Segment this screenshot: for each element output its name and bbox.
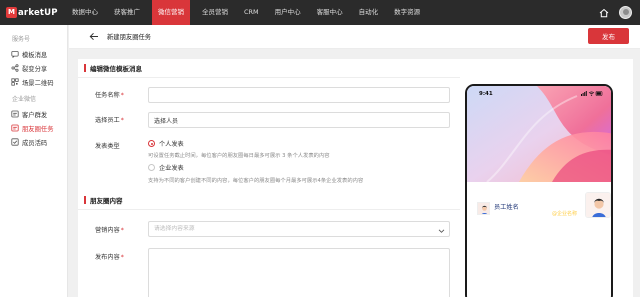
publish-button[interactable]: 发布 bbox=[588, 28, 629, 44]
nav-item-all-staff-marketing[interactable]: 全员营销 bbox=[198, 0, 232, 25]
divider bbox=[78, 209, 460, 210]
radio-enterprise[interactable]: 企业发表 bbox=[148, 163, 184, 172]
signal-wifi-battery-icon bbox=[581, 91, 603, 96]
status-icons bbox=[581, 91, 603, 96]
required-mark: * bbox=[120, 227, 124, 234]
marketing-content-label: 营销内容* bbox=[95, 225, 124, 234]
sidebar-item-scene-qrcode[interactable]: 场景二维码 bbox=[0, 75, 67, 89]
required-mark: * bbox=[120, 254, 124, 261]
cover-company-name: @企业名称 bbox=[551, 211, 577, 217]
post-avatar bbox=[477, 202, 490, 215]
employee-avatar-illustration bbox=[586, 193, 610, 217]
status-time: 9:41 bbox=[479, 91, 493, 97]
qrcode-icon bbox=[11, 78, 19, 86]
nav-item-user-center[interactable]: 用户中心 bbox=[271, 0, 305, 25]
radio-personal-dot[interactable] bbox=[148, 140, 155, 147]
marketing-content-label-text: 营销内容 bbox=[95, 227, 120, 234]
employee-label: 选择员工* bbox=[95, 115, 124, 124]
publish-content-label: 发布内容* bbox=[95, 252, 124, 261]
sidebar-item-label: 朋友圈任务 bbox=[22, 125, 54, 133]
user-avatar[interactable] bbox=[619, 6, 632, 19]
page-title: 新建朋友圈任务 bbox=[107, 34, 152, 41]
section-title-text: 朋友圈内容 bbox=[90, 197, 123, 205]
sidebar-item-label: 模板消息 bbox=[22, 51, 48, 59]
page-header: 新建朋友圈任务 发布 bbox=[69, 25, 640, 49]
post-employee-name: 员工姓名 bbox=[494, 204, 519, 211]
cover-image bbox=[467, 86, 611, 182]
sidebar-item-label: 客户群发 bbox=[22, 111, 48, 119]
employee-select-input[interactable] bbox=[148, 112, 450, 128]
sidebar-item-label: 场景二维码 bbox=[22, 79, 54, 87]
divider bbox=[78, 77, 460, 78]
radio-enterprise-label: 企业发表 bbox=[159, 165, 184, 172]
send-type-label: 发表类型 bbox=[95, 143, 120, 150]
cover-gradient-art bbox=[467, 86, 611, 182]
sidebar-item-label: 裂变分享 bbox=[22, 65, 48, 73]
home-icon[interactable] bbox=[599, 8, 609, 18]
post-avatar-illustration bbox=[478, 203, 489, 214]
sidebar-item-customer-broadcast[interactable]: 客户群发 bbox=[0, 107, 67, 121]
nav-item-automation[interactable]: 自动化 bbox=[355, 0, 383, 25]
sidebar: 服务号 模板消息 裂变分享 场景二维码 企业微信 客户群发 朋友圈任务 成员活码 bbox=[0, 25, 68, 297]
task-name-input[interactable] bbox=[148, 87, 450, 103]
nav-item-crm[interactable]: CRM bbox=[240, 0, 263, 25]
member-code-icon bbox=[11, 138, 19, 146]
radio-enterprise-dot[interactable] bbox=[148, 164, 155, 171]
enterprise-hint: 支持为不同的客户创建不同的内容，每位客户的朋友圈每个月最多可展示4条企业发表的内… bbox=[148, 178, 364, 184]
publish-content-textarea[interactable] bbox=[148, 248, 450, 297]
nav-item-data-center[interactable]: 数据中心 bbox=[68, 0, 102, 25]
cover-employee-name: 员工姓名 bbox=[552, 200, 578, 208]
task-name-label: 任务名称* bbox=[95, 90, 124, 99]
logo[interactable]: M arketUP bbox=[6, 7, 68, 18]
personal-hint: 可设置任务截止时间，每位客户的朋友圈每日最多可展示 3 条个人发表的内容 bbox=[148, 153, 330, 159]
cover-avatar bbox=[585, 192, 611, 218]
message-icon bbox=[11, 50, 19, 58]
phone-preview: 9:41 员工姓名 @企业名称 员工姓名 bbox=[465, 84, 613, 297]
employee-label-text: 选择员工 bbox=[95, 117, 120, 124]
logo-mark: M bbox=[6, 7, 17, 18]
logo-text: arketUP bbox=[18, 7, 58, 18]
share-icon bbox=[11, 64, 19, 72]
top-nav: M arketUP 数据中心 获客推广 微信营销 全员营销 CRM 用户中心 客… bbox=[0, 0, 640, 25]
section-title-edit-template: 编辑微信模板消息 bbox=[84, 63, 142, 73]
sidebar-item-fission-share[interactable]: 裂变分享 bbox=[0, 61, 67, 75]
back-arrow-icon[interactable] bbox=[89, 32, 99, 43]
radio-personal-label: 个人发表 bbox=[159, 141, 184, 148]
group-icon bbox=[11, 110, 19, 118]
moments-icon bbox=[11, 124, 19, 132]
sidebar-item-member-code[interactable]: 成员活码 bbox=[0, 135, 67, 149]
marketing-content-placeholder: 请选择内容来源 bbox=[154, 226, 195, 232]
sidebar-item-moments-task[interactable]: 朋友圈任务 bbox=[0, 121, 67, 135]
section-title-text: 编辑微信模板消息 bbox=[90, 65, 142, 73]
nav-item-wechat-marketing[interactable]: 微信营销 bbox=[152, 0, 190, 25]
sidebar-item-label: 成员活码 bbox=[22, 139, 48, 147]
nav-item-acquisition[interactable]: 获客推广 bbox=[110, 0, 144, 25]
task-name-label-text: 任务名称 bbox=[95, 92, 120, 99]
radio-personal[interactable]: 个人发表 bbox=[148, 139, 184, 148]
sidebar-group-enterprise-wechat: 企业微信 bbox=[12, 96, 37, 103]
marketing-content-select[interactable]: 请选择内容来源 bbox=[148, 221, 450, 237]
sidebar-item-template-message[interactable]: 模板消息 bbox=[0, 47, 67, 61]
required-mark: * bbox=[120, 117, 124, 124]
nav-item-digital-resources[interactable]: 数字资源 bbox=[390, 0, 424, 25]
required-mark: * bbox=[120, 92, 124, 99]
chevron-down-icon bbox=[438, 226, 445, 240]
publish-content-label-text: 发布内容 bbox=[95, 254, 120, 261]
sidebar-group-service-account: 服务号 bbox=[12, 36, 31, 43]
nav-item-service-center[interactable]: 客服中心 bbox=[313, 0, 347, 25]
section-title-moments-content: 朋友圈内容 bbox=[84, 195, 123, 205]
